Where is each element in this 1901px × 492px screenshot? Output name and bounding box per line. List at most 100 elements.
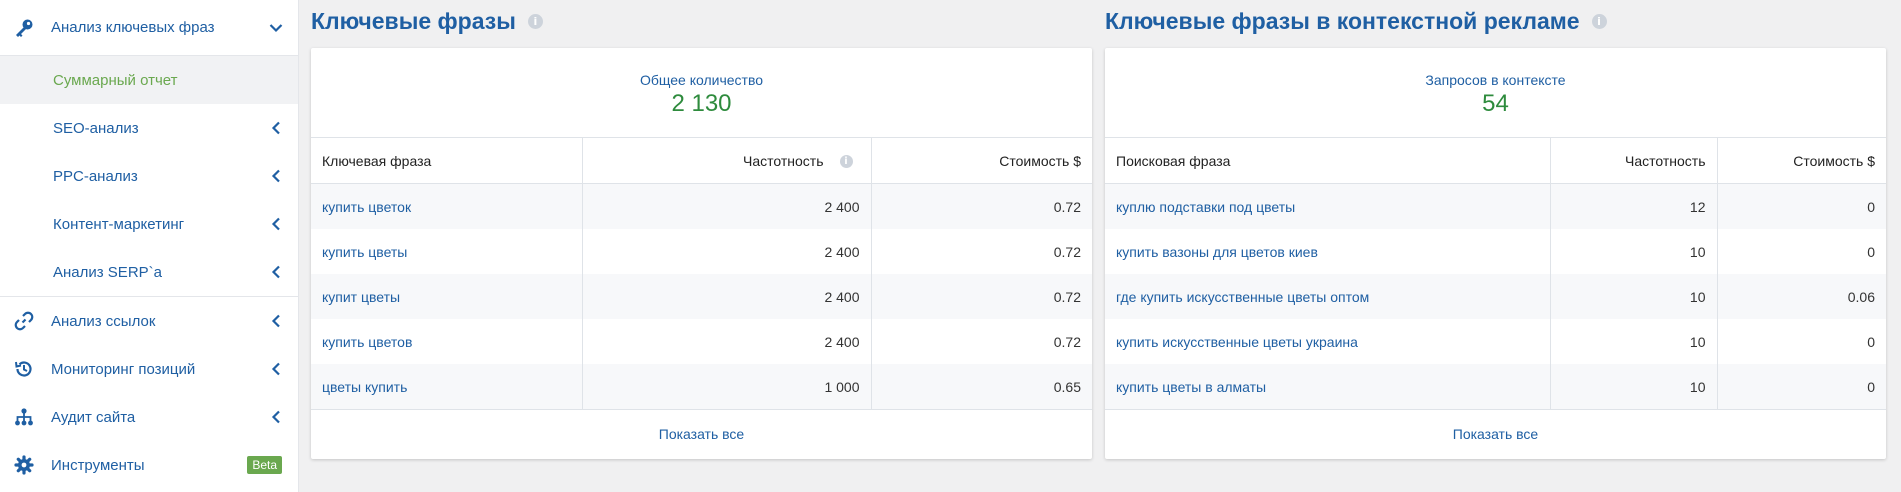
column-header-phrase[interactable]: Поисковая фраза [1105, 138, 1551, 184]
ads-table: Поисковая фраза Частотность Стоимость $ … [1105, 138, 1886, 409]
keyword-link[interactable]: купить вазоны для цветов киев [1105, 229, 1551, 274]
info-icon[interactable]: i [1591, 14, 1607, 29]
cost-cell: 0.72 [1053, 243, 1081, 260]
sitemap-icon [12, 405, 36, 429]
sidebar-item-positions[interactable]: Мониторинг позиций [0, 345, 298, 393]
ads-card: Запросов в контексте 54 Поисковая фраза … [1105, 48, 1886, 459]
sidebar-item-label: Контент-маркетинг [53, 215, 185, 233]
keywords-panel-title: Ключевые фразы i [311, 8, 543, 35]
sidebar-item-label: Анализ SERP`a [53, 263, 162, 281]
table-row: купить цветы 2 400 0.72 [311, 229, 1092, 274]
sidebar-item-label: Аудит сайта [51, 408, 136, 426]
chevron-left-icon [268, 120, 284, 136]
cost-cell: 0.72 [1053, 198, 1081, 215]
cost-cell: 0 [1867, 198, 1875, 215]
chevron-down-icon [268, 20, 284, 36]
frequency-cell: 2 400 [582, 274, 872, 319]
table-row: купит цветы 2 400 0.72 [311, 274, 1092, 319]
keyword-link[interactable]: купить цветок [311, 183, 583, 229]
ads-panel-title: Ключевые фразы в контекстной рекламе i [1105, 8, 1607, 35]
sidebar-item-label: SEO-анализ [53, 119, 139, 137]
table-row: цветы купить 1 000 0.65 [311, 364, 1092, 409]
sidebar-item-label: Суммарный отчет [53, 71, 178, 89]
gear-icon [12, 453, 36, 477]
sidebar-item-label: Анализ ключевых фраз [51, 19, 215, 36]
keyword-link[interactable]: где купить искусственные цветы оптом [1105, 274, 1551, 319]
summary-value: 54 [1482, 89, 1509, 117]
frequency-cell: 1 000 [582, 364, 872, 409]
link-icon [12, 309, 36, 333]
table-row: купить вазоны для цветов киев 10 0 [1105, 229, 1886, 274]
table-row: купить цветы в алматы 10 0 [1105, 364, 1886, 409]
frequency-cell: 2 400 [582, 183, 872, 229]
key-icon [12, 16, 36, 40]
frequency-cell: 2 400 [582, 229, 872, 274]
info-icon[interactable]: i [527, 14, 543, 29]
summary-label: Общее количество [639, 71, 764, 88]
page-title: Ключевые фразы в контекстной рекламе [1105, 8, 1580, 34]
info-icon[interactable]: i [839, 155, 853, 169]
sidebar-subitem-summary[interactable]: Суммарный отчет [0, 56, 298, 104]
chevron-left-icon [268, 264, 284, 280]
show-all-button[interactable]: Показать все [311, 409, 1092, 458]
show-all-button[interactable]: Показать все [1105, 409, 1886, 458]
chevron-left-icon [268, 313, 284, 329]
keyword-link[interactable]: цветы купить [311, 364, 583, 409]
keywords-table: Ключевая фраза Частотность i Стоимость $ … [311, 138, 1092, 409]
table-header-row: Ключевая фраза Частотность i Стоимость $ [311, 138, 1092, 184]
cost-cell: 0 [1867, 243, 1875, 260]
column-header-label: Частотность [743, 152, 824, 169]
page-title: Ключевые фразы [311, 8, 516, 34]
cost-cell: 0 [1867, 378, 1875, 395]
table-row: купить искусственные цветы украина 10 0 [1105, 319, 1886, 364]
keyword-link[interactable]: купить цветов [311, 319, 583, 364]
keyword-link[interactable]: купит цветы [311, 274, 583, 319]
keywords-summary: Общее количество 2 130 [311, 48, 1092, 138]
sidebar-item-links[interactable]: Анализ ссылок [0, 297, 298, 345]
frequency-cell: 12 [1550, 183, 1718, 229]
sidebar-subitem-seo[interactable]: SEO-анализ [0, 104, 298, 152]
summary-label: Запросов в контексте [1425, 71, 1566, 88]
beta-badge: Beta [247, 456, 282, 474]
keywords-card: Общее количество 2 130 Ключевая фраза Ча… [311, 48, 1092, 459]
summary-value: 2 130 [671, 89, 732, 117]
history-icon [12, 357, 36, 381]
cost-cell: 0.72 [1053, 333, 1081, 350]
cost-cell: 0.06 [1847, 288, 1875, 305]
sidebar-item-label: Мониторинг позиций [51, 360, 196, 378]
column-header-cost[interactable]: Стоимость $ [1717, 138, 1886, 184]
chevron-left-icon [268, 409, 284, 425]
table-header-row: Поисковая фраза Частотность Стоимость $ [1105, 138, 1886, 184]
frequency-cell: 2 400 [582, 319, 872, 364]
keyword-link[interactable]: купить искусственные цветы украина [1105, 319, 1551, 364]
frequency-cell: 10 [1550, 229, 1718, 274]
frequency-cell: 10 [1550, 364, 1718, 409]
chevron-left-icon [268, 361, 284, 377]
column-header-phrase[interactable]: Ключевая фраза [311, 138, 583, 184]
column-header-frequency[interactable]: Частотность i [582, 138, 872, 184]
sidebar-item-label: PPC-анализ [53, 167, 138, 185]
sidebar-item-audit[interactable]: Аудит сайта [0, 393, 298, 441]
keyword-link[interactable]: куплю подставки под цветы [1105, 183, 1551, 229]
sidebar-item-keyword-analysis[interactable]: Анализ ключевых фраз [0, 0, 298, 55]
sidebar-subitem-content[interactable]: Контент-маркетинг [0, 200, 298, 248]
sidebar-item-tools[interactable]: Инструменты Beta [0, 441, 298, 489]
chevron-left-icon [268, 216, 284, 232]
ads-summary: Запросов в контексте 54 [1105, 48, 1886, 138]
sidebar-subitem-ppc[interactable]: PPC-анализ [0, 152, 298, 200]
frequency-cell: 10 [1550, 319, 1718, 364]
table-row: куплю подставки под цветы 12 0 [1105, 183, 1886, 229]
sidebar: Анализ ключевых фраз Суммарный отчет SEO… [0, 0, 299, 492]
keyword-link[interactable]: купить цветы [311, 229, 583, 274]
table-row: где купить искусственные цветы оптом 10 … [1105, 274, 1886, 319]
cost-cell: 0.65 [1053, 378, 1081, 395]
cost-cell: 0.72 [1053, 288, 1081, 305]
keyword-link[interactable]: купить цветы в алматы [1105, 364, 1551, 409]
table-row: купить цветок 2 400 0.72 [311, 183, 1092, 229]
cost-cell: 0 [1867, 333, 1875, 350]
column-header-cost[interactable]: Стоимость $ [871, 138, 1092, 184]
sidebar-subitem-serp[interactable]: Анализ SERP`a [0, 248, 298, 296]
column-header-frequency[interactable]: Частотность [1550, 138, 1718, 184]
sidebar-item-label: Инструменты [51, 456, 145, 474]
table-row: купить цветов 2 400 0.72 [311, 319, 1092, 364]
